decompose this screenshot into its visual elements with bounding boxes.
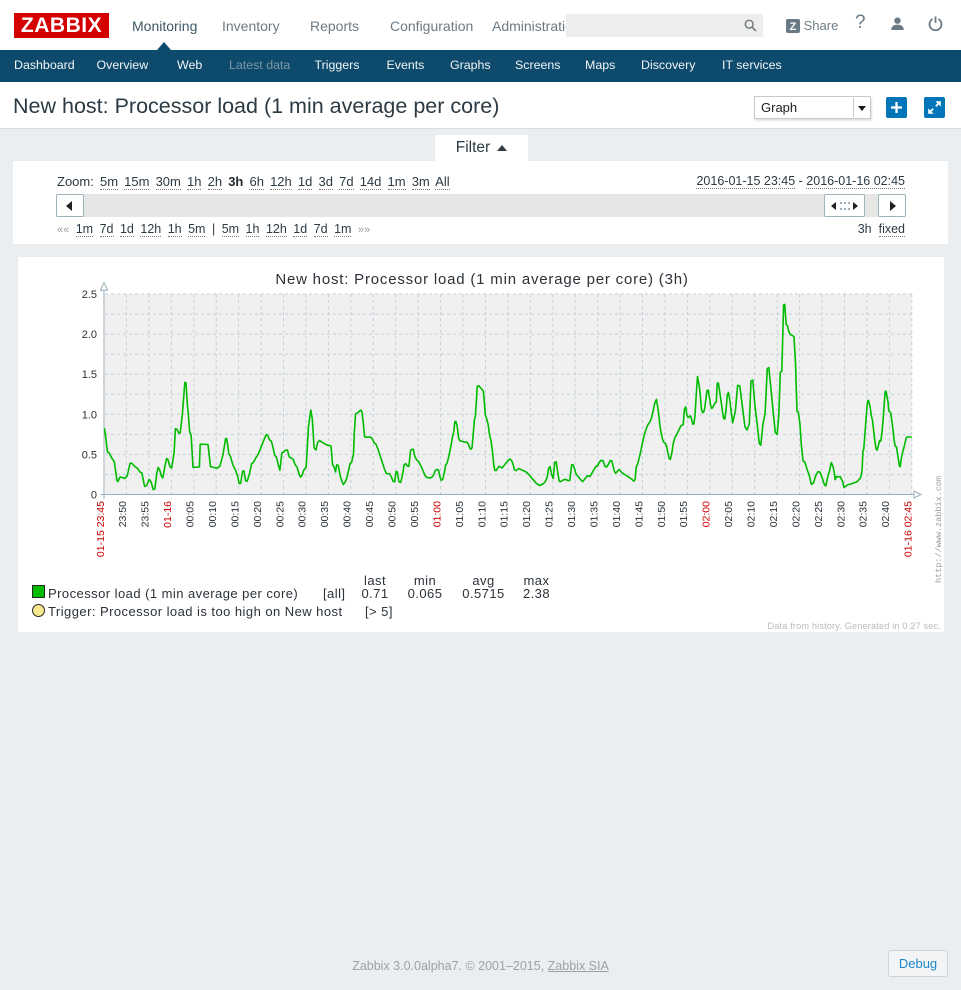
svg-text:00:05: 00:05 <box>185 501 197 527</box>
svg-text:00:35: 00:35 <box>319 501 331 527</box>
svg-text:00:30: 00:30 <box>297 501 309 527</box>
svg-text:Data from history. Generated i: Data from history. Generated in 0.27 sec… <box>768 621 941 631</box>
svg-text:2.5: 2.5 <box>82 289 97 301</box>
svg-text:02:05: 02:05 <box>723 501 735 527</box>
svg-text:02:35: 02:35 <box>858 501 870 527</box>
svg-text:Trigger: Processor load is too: Trigger: Processor load is too high on N… <box>48 604 343 619</box>
svg-text:02:15: 02:15 <box>768 501 780 527</box>
svg-text:0.5715: 0.5715 <box>462 586 504 601</box>
svg-text:1.5: 1.5 <box>82 369 97 381</box>
svg-text:01:15: 01:15 <box>499 501 511 527</box>
svg-text:23:55: 23:55 <box>140 501 152 527</box>
svg-text:01-15 23:45: 01-15 23:45 <box>95 501 107 557</box>
svg-text:00:40: 00:40 <box>342 501 354 527</box>
svg-text:0.5: 0.5 <box>82 449 97 461</box>
svg-text:01:20: 01:20 <box>521 501 533 527</box>
svg-text:00:55: 00:55 <box>409 501 421 527</box>
svg-text:02:00: 02:00 <box>701 501 713 527</box>
svg-text:01:30: 01:30 <box>566 501 578 527</box>
svg-text:0: 0 <box>91 490 97 502</box>
svg-text:00:25: 00:25 <box>274 501 286 527</box>
svg-text:00:15: 00:15 <box>229 501 241 527</box>
svg-text:[all]: [all] <box>323 586 345 601</box>
svg-text:01:45: 01:45 <box>633 501 645 527</box>
svg-text:01:35: 01:35 <box>588 501 600 527</box>
svg-text:01:25: 01:25 <box>544 501 556 527</box>
svg-text:01:55: 01:55 <box>678 501 690 527</box>
svg-text:[> 5]: [> 5] <box>365 604 393 619</box>
svg-text:Z: Z <box>790 21 797 33</box>
svg-text:01:50: 01:50 <box>656 501 668 527</box>
svg-text:01:10: 01:10 <box>476 501 488 527</box>
svg-text:Processor load (1 min average: Processor load (1 min average per core) <box>48 586 298 601</box>
svg-text:01:00: 01:00 <box>431 501 443 527</box>
svg-text:00:50: 00:50 <box>386 501 398 527</box>
svg-text:01-16: 01-16 <box>162 501 174 528</box>
svg-text:New host: Processor load (1 mi: New host: Processor load (1 min average … <box>275 271 688 288</box>
svg-text:02:10: 02:10 <box>745 501 757 527</box>
svg-text:23:50: 23:50 <box>117 501 129 527</box>
svg-text:02:40: 02:40 <box>880 501 892 527</box>
svg-text:0.065: 0.065 <box>408 586 443 601</box>
svg-text:http://www.zabbix.com: http://www.zabbix.com <box>934 476 944 583</box>
svg-text:02:25: 02:25 <box>813 501 825 527</box>
svg-text:01:05: 01:05 <box>454 501 466 527</box>
svg-text:00:45: 00:45 <box>364 501 376 527</box>
svg-text:02:30: 02:30 <box>835 501 847 527</box>
svg-text:00:10: 00:10 <box>207 501 219 527</box>
svg-text:02:20: 02:20 <box>790 501 802 527</box>
svg-text:0.71: 0.71 <box>361 586 388 601</box>
svg-text:01:40: 01:40 <box>611 501 623 527</box>
svg-text:00:20: 00:20 <box>252 501 264 527</box>
svg-text:2.38: 2.38 <box>523 586 550 601</box>
svg-text:1.0: 1.0 <box>82 409 97 421</box>
svg-text:01-16 02:45: 01-16 02:45 <box>903 501 915 557</box>
svg-text:2.0: 2.0 <box>82 329 97 341</box>
